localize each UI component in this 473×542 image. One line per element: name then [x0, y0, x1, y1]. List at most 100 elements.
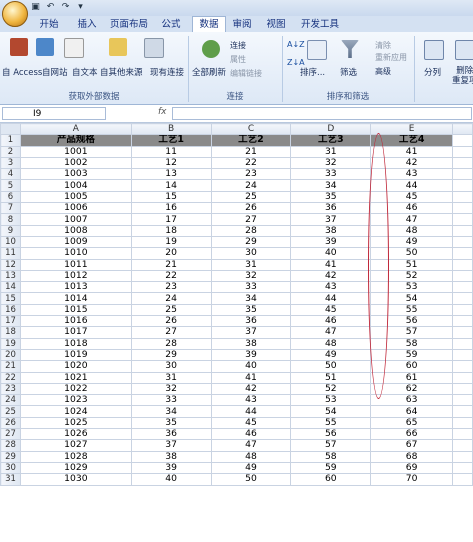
- empty-cell[interactable]: [452, 416, 473, 430]
- header-cell[interactable]: 工艺1: [130, 134, 212, 147]
- table-cell[interactable]: 17: [130, 213, 212, 226]
- empty-cell[interactable]: [452, 348, 473, 362]
- table-cell[interactable]: 55: [370, 303, 454, 317]
- redo-icon[interactable]: ↷: [60, 2, 71, 13]
- empty-cell[interactable]: [452, 461, 473, 475]
- worksheet-grid[interactable]: A B C D E 1 产品规格 工艺1 工艺2 工艺3 工艺4 2 1001 11 21 31 41…: [0, 123, 473, 542]
- table-cell[interactable]: 1025: [19, 416, 132, 430]
- table-cell[interactable]: 1017: [19, 326, 132, 339]
- text-to-columns-button[interactable]: 分列: [424, 66, 441, 78]
- table-cell[interactable]: 1020: [19, 360, 132, 373]
- table-cell[interactable]: 31: [290, 145, 372, 158]
- row-header[interactable]: 7: [0, 202, 21, 215]
- table-cell[interactable]: 45: [290, 303, 372, 317]
- table-cell[interactable]: 28: [210, 224, 292, 237]
- table-cell[interactable]: 24: [130, 292, 212, 305]
- column-header[interactable]: E: [370, 123, 454, 136]
- empty-cell[interactable]: [452, 428, 473, 441]
- empty-cell[interactable]: [452, 303, 473, 317]
- table-cell[interactable]: 57: [290, 439, 372, 452]
- table-cell[interactable]: 60: [290, 473, 372, 486]
- table-cell[interactable]: 42: [290, 269, 372, 283]
- table-cell[interactable]: 30: [130, 360, 212, 373]
- table-cell[interactable]: 35: [210, 303, 292, 317]
- empty-cell[interactable]: [452, 224, 473, 237]
- empty-cell[interactable]: [452, 281, 473, 294]
- table-cell[interactable]: 1009: [19, 235, 132, 249]
- table-cell[interactable]: 19: [130, 235, 212, 249]
- table-cell[interactable]: 1015: [19, 303, 132, 317]
- row-header[interactable]: 18: [0, 326, 21, 339]
- table-cell[interactable]: 46: [290, 315, 372, 328]
- clear-filter-button[interactable]: 清除: [375, 40, 391, 51]
- column-header[interactable]: D: [290, 123, 372, 136]
- table-cell[interactable]: 14: [130, 179, 212, 192]
- table-cell[interactable]: 50: [290, 360, 372, 373]
- filter-button[interactable]: 筛选: [340, 66, 357, 78]
- row-header[interactable]: 26: [0, 416, 21, 430]
- tab-data[interactable]: 数据: [192, 16, 226, 33]
- table-cell[interactable]: 37: [290, 213, 372, 226]
- table-cell[interactable]: 24: [210, 179, 292, 192]
- table-cell[interactable]: 60: [370, 360, 454, 373]
- remove-duplicates-button[interactable]: 删除 重复项: [452, 66, 473, 86]
- table-cell[interactable]: 1001: [19, 145, 132, 158]
- table-cell[interactable]: 25: [210, 190, 292, 204]
- column-header[interactable]: [452, 123, 473, 136]
- from-web-button[interactable]: 自网站: [42, 66, 68, 78]
- table-cell[interactable]: 38: [210, 337, 292, 350]
- properties-button[interactable]: 属性: [230, 54, 246, 65]
- empty-cell[interactable]: [452, 326, 473, 339]
- empty-cell[interactable]: [452, 382, 473, 396]
- table-cell[interactable]: 43: [370, 168, 454, 181]
- table-cell[interactable]: 44: [370, 179, 454, 192]
- table-cell[interactable]: 44: [210, 405, 292, 418]
- table-cell[interactable]: 36: [290, 202, 372, 215]
- row-header[interactable]: 10: [0, 235, 21, 249]
- table-cell[interactable]: 1012: [19, 269, 132, 283]
- table-cell[interactable]: 47: [290, 326, 372, 339]
- table-cell[interactable]: 53: [290, 394, 372, 407]
- table-cell[interactable]: 56: [370, 315, 454, 328]
- row-header[interactable]: 8: [0, 213, 21, 226]
- table-cell[interactable]: 70: [370, 473, 454, 486]
- table-cell[interactable]: 1021: [19, 371, 132, 384]
- table-cell[interactable]: 67: [370, 439, 454, 452]
- table-cell[interactable]: 46: [370, 202, 454, 215]
- table-cell[interactable]: 11: [130, 145, 212, 158]
- table-cell[interactable]: 42: [370, 156, 454, 170]
- empty-cell[interactable]: [452, 168, 473, 181]
- row-header[interactable]: 2: [0, 145, 21, 158]
- table-cell[interactable]: 27: [210, 213, 292, 226]
- table-cell[interactable]: 1026: [19, 428, 132, 441]
- table-cell[interactable]: 20: [130, 247, 212, 260]
- table-cell[interactable]: 22: [210, 156, 292, 170]
- empty-cell[interactable]: [452, 473, 473, 486]
- table-cell[interactable]: 32: [290, 156, 372, 170]
- table-cell[interactable]: 15: [130, 190, 212, 204]
- table-cell[interactable]: 51: [290, 371, 372, 384]
- table-cell[interactable]: 55: [290, 416, 372, 430]
- tab-developer[interactable]: 开发工具: [298, 17, 342, 32]
- table-cell[interactable]: 47: [370, 213, 454, 226]
- table-cell[interactable]: 44: [290, 292, 372, 305]
- table-cell[interactable]: 23: [130, 281, 212, 294]
- row-header[interactable]: 17: [0, 315, 21, 328]
- table-cell[interactable]: 27: [130, 326, 212, 339]
- row-header[interactable]: 11: [0, 247, 21, 260]
- table-cell[interactable]: 1002: [19, 156, 132, 170]
- name-box[interactable]: I9: [2, 107, 106, 120]
- empty-cell[interactable]: [452, 405, 473, 418]
- undo-icon[interactable]: ↶: [45, 2, 56, 13]
- table-cell[interactable]: 48: [210, 450, 292, 463]
- advanced-button[interactable]: 高级: [375, 66, 391, 77]
- row-header[interactable]: 1: [0, 134, 21, 147]
- select-all-corner[interactable]: [0, 123, 21, 136]
- table-cell[interactable]: 46: [210, 428, 292, 441]
- table-cell[interactable]: 69: [370, 461, 454, 475]
- edit-links-button[interactable]: 编辑链接: [230, 68, 262, 79]
- empty-cell[interactable]: [452, 269, 473, 283]
- sort-az-button[interactable]: A↓Z: [287, 40, 305, 49]
- table-cell[interactable]: 1005: [19, 190, 132, 204]
- table-cell[interactable]: 34: [130, 405, 212, 418]
